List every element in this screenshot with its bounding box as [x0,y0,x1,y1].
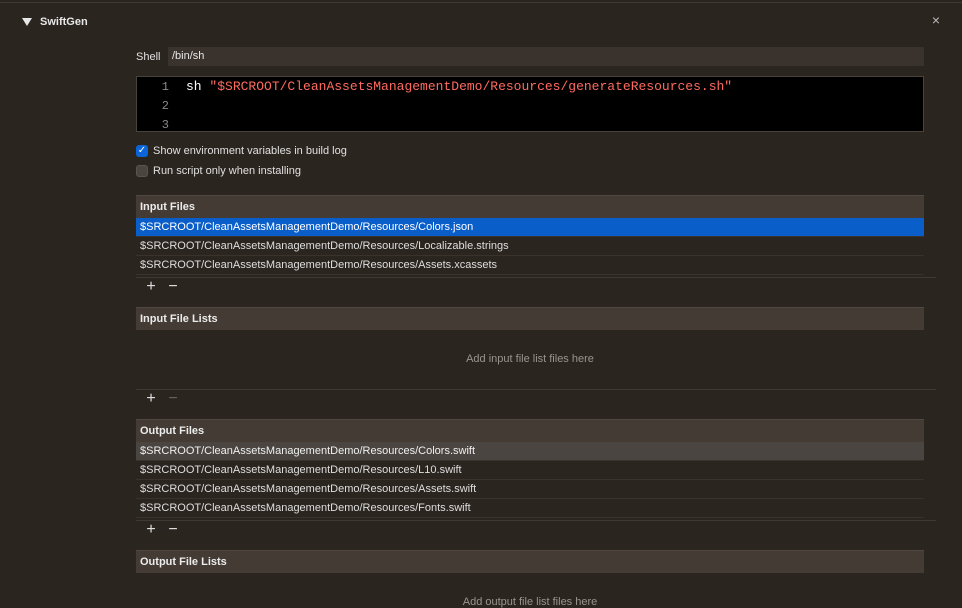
run-installing-checkbox[interactable] [136,165,148,177]
remove-input-file-button[interactable]: − [166,279,180,295]
run-installing-option[interactable]: Run script only when installing [136,163,301,179]
output-file-row[interactable]: $SRCROOT/CleanAssetsManagementDemo/Resou… [136,461,924,480]
remove-input-file-list-button[interactable]: − [166,391,180,407]
input-file-row[interactable]: $SRCROOT/CleanAssetsManagementDemo/Resou… [136,218,924,237]
close-icon[interactable]: × [929,13,943,27]
script-command: sh [186,79,202,94]
input-file-lists-header: Input File Lists [136,307,924,330]
show-env-option[interactable]: ✓ Show environment variables in build lo… [136,143,347,159]
line-number: 3 [161,117,169,132]
input-file-lists-controls: + − [136,389,936,408]
disclosure-triangle-icon[interactable] [22,18,32,26]
shell-label: Shell [136,50,161,63]
output-file-row[interactable]: $SRCROOT/CleanAssetsManagementDemo/Resou… [136,480,924,499]
input-files-header: Input Files [136,195,924,218]
script-line[interactable]: 3 [137,115,169,134]
show-env-checkbox[interactable]: ✓ [136,145,148,157]
line-number: 1 [161,79,169,94]
remove-output-file-button[interactable]: − [166,522,180,538]
shell-input[interactable]: /bin/sh [168,47,924,66]
build-phase-header[interactable]: SwiftGen [22,12,88,32]
script-editor[interactable]: 1 sh "$SRCROOT/CleanAssetsManagementDemo… [136,76,924,132]
input-file-row[interactable]: $SRCROOT/CleanAssetsManagementDemo/Resou… [136,237,924,256]
input-file-row[interactable]: $SRCROOT/CleanAssetsManagementDemo/Resou… [136,256,924,275]
add-output-file-button[interactable]: + [144,522,158,538]
run-installing-label: Run script only when installing [153,165,301,177]
output-files-header: Output Files [136,419,924,442]
line-number: 2 [161,98,169,113]
script-line[interactable]: 1 sh "$SRCROOT/CleanAssetsManagementDemo… [137,77,732,96]
add-input-file-button[interactable]: + [144,279,158,295]
build-phase-title[interactable]: SwiftGen [40,16,88,28]
input-file-lists-placeholder: Add input file list files here [466,353,594,365]
add-input-file-list-button[interactable]: + [144,391,158,407]
output-file-lists-header: Output File Lists [136,550,924,573]
show-env-label: Show environment variables in build log [153,145,347,157]
script-argument: "$SRCROOT/CleanAssetsManagementDemo/Reso… [209,79,733,94]
shell-row: Shell /bin/sh [136,47,924,66]
output-file-lists-placeholder: Add output file list files here [462,596,598,608]
output-file-row[interactable]: $SRCROOT/CleanAssetsManagementDemo/Resou… [136,442,924,461]
script-line[interactable]: 2 [137,96,169,115]
output-file-row[interactable]: $SRCROOT/CleanAssetsManagementDemo/Resou… [136,499,924,518]
output-files-controls: + − [136,520,936,539]
input-files-controls: + − [136,277,936,296]
top-divider [0,2,962,3]
